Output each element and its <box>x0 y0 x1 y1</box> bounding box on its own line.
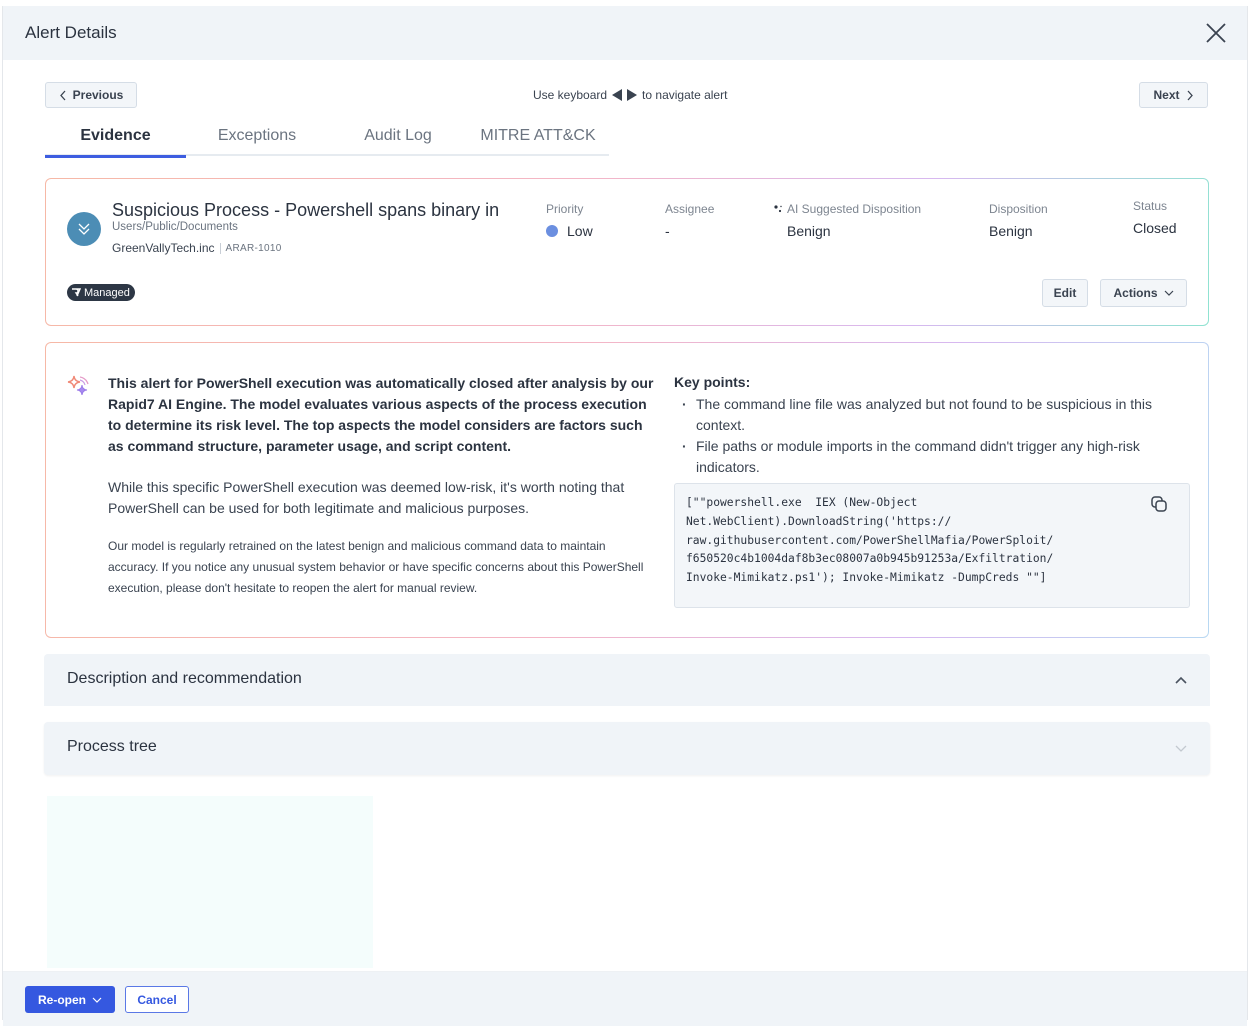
key-points: Key points: The command line file was an… <box>674 373 1194 478</box>
chevron-left-icon <box>59 90 66 100</box>
chevron-down-icon <box>92 997 102 1003</box>
arrow-left-icon <box>612 89 623 101</box>
tab-audit-log[interactable]: Audit Log <box>328 116 468 156</box>
ai-analysis-card: This alert for PowerShell execution was … <box>45 342 1209 638</box>
chevron-down-icon <box>1175 745 1187 752</box>
ai-disposition-value: Benign <box>787 223 831 239</box>
command-line-block: [""powershell.exe IEX (New-Object Net.We… <box>674 483 1190 608</box>
assignee-label: Assignee <box>665 202 715 216</box>
loading-placeholder <box>47 796 373 968</box>
ai-disposition-label: AI Suggested Disposition <box>787 202 922 216</box>
ai-sparkle-icon <box>67 375 89 396</box>
tab-evidence[interactable]: Evidence <box>45 116 186 158</box>
edit-button[interactable]: Edit <box>1042 279 1088 307</box>
status-value: Closed <box>1133 220 1177 236</box>
ai-sparkle-icon <box>774 205 782 213</box>
previous-label: Previous <box>72 88 124 102</box>
status-field: Status Closed <box>1133 199 1177 236</box>
key-point-item: The command line file was analyzed but n… <box>674 394 1194 436</box>
arrow-right-icon <box>627 89 638 101</box>
alert-title: Suspicious Process - Powershell spans bi… <box>112 200 500 220</box>
key-points-list: The command line file was analyzed but n… <box>674 394 1194 478</box>
description-recommendation-section[interactable]: Description and recommendation <box>44 654 1210 706</box>
assignee-value: - <box>665 223 670 239</box>
chevron-down-icon <box>1164 290 1173 296</box>
disposition-value: Benign <box>989 223 1033 239</box>
chevron-up-icon <box>1175 676 1187 684</box>
assignee-field: Assignee - <box>665 202 714 239</box>
ai-footer-note: Our model is regularly retrained on the … <box>108 539 644 595</box>
disposition-field: Disposition Benign <box>989 202 1048 239</box>
key-point-item: File paths or module imports in the comm… <box>674 436 1194 478</box>
modal-footer: Re-open Cancel <box>3 971 1247 1026</box>
keyboard-hint: Use keyboard to navigate alert <box>533 88 727 102</box>
previous-button[interactable]: Previous <box>45 82 137 108</box>
alert-org-line: GreenVallyTech.inc ARAR-1010 <box>112 241 282 255</box>
process-tree-section[interactable]: Process tree <box>44 722 1210 775</box>
section-title: Description and recommendation <box>67 670 302 687</box>
alert-path: Users/Public/Documents <box>112 221 238 233</box>
section-title: Process tree <box>67 738 157 755</box>
tab-exceptions[interactable]: Exceptions <box>186 116 328 156</box>
double-chevron-down-icon <box>78 223 90 235</box>
disposition-label: Disposition <box>989 202 1048 216</box>
close-icon[interactable] <box>1203 20 1229 46</box>
ai-disposition-field: AI Suggested Disposition Benign <box>773 202 921 239</box>
hint-prefix: Use keyboard <box>533 88 608 102</box>
managed-badge: Managed <box>67 284 135 301</box>
reopen-button[interactable]: Re-open <box>25 986 115 1013</box>
ai-note: While this specific PowerShell execution… <box>108 479 625 516</box>
ai-summary-text: This alert for PowerShell execution was … <box>108 373 658 599</box>
actions-label: Actions <box>1113 286 1158 300</box>
next-button[interactable]: Next <box>1139 82 1208 108</box>
cancel-button[interactable]: Cancel <box>125 986 189 1013</box>
rapid7-logo-icon <box>72 288 81 297</box>
organization-name: GreenVallyTech.inc <box>112 241 215 255</box>
modal-header: Alert Details <box>3 6 1247 60</box>
copy-icon[interactable] <box>1149 494 1169 514</box>
alert-type-avatar <box>67 212 101 246</box>
alert-id: ARAR-1010 <box>225 242 282 254</box>
next-label: Next <box>1153 88 1180 102</box>
priority-dot-icon <box>546 225 558 237</box>
status-label: Status <box>1133 199 1168 213</box>
key-points-title: Key points: <box>674 374 751 390</box>
reopen-label: Re-open <box>38 992 86 1007</box>
divider <box>219 242 221 254</box>
chevron-right-icon <box>1187 90 1193 100</box>
command-line-text: [""powershell.exe IEX (New-Object Net.We… <box>686 496 1054 585</box>
alert-details-modal: Alert Details Previous Use keyboard to n… <box>2 6 1248 1026</box>
alert-summary-card: Suspicious Process - Powershell spans bi… <box>45 178 1209 326</box>
priority-value: Low <box>567 223 593 239</box>
hint-suffix: to navigate alert <box>642 88 728 102</box>
actions-button[interactable]: Actions <box>1100 279 1187 307</box>
tab-mitre-attack[interactable]: MITRE ATT&CK <box>468 116 608 156</box>
priority-field: Priority Low <box>546 202 593 239</box>
ai-intro: This alert for PowerShell execution was … <box>108 375 654 454</box>
modal-title: Alert Details <box>25 23 117 42</box>
tab-bar: Evidence Exceptions Audit Log MITRE ATT&… <box>45 116 609 158</box>
priority-label: Priority <box>546 202 584 216</box>
managed-label: Managed <box>84 286 130 299</box>
